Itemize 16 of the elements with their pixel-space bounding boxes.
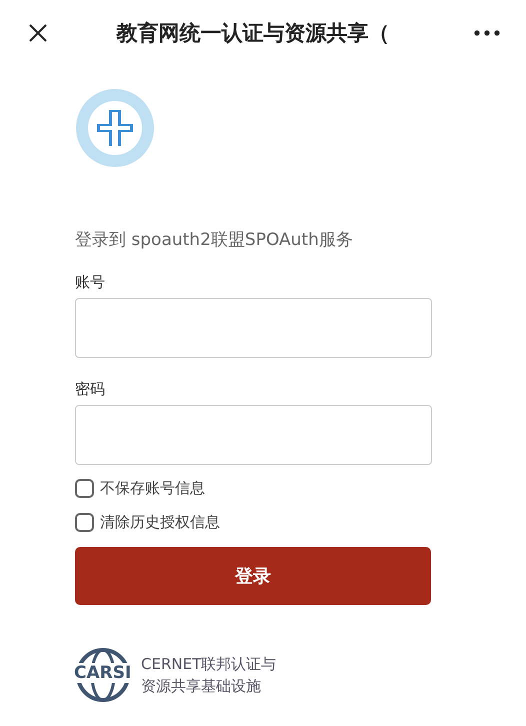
footer-text: CERNET联邦认证与 bbox=[141, 654, 276, 675]
checkbox[interactable] bbox=[75, 479, 94, 498]
more-icon[interactable] bbox=[474, 30, 500, 36]
login-button[interactable]: 登录 bbox=[75, 547, 431, 605]
field-label: 密码 bbox=[75, 380, 105, 399]
input-field[interactable] bbox=[75, 405, 432, 465]
window-title: 教育网统一认证与资源共享（ bbox=[115, 20, 390, 47]
input-field[interactable] bbox=[75, 298, 432, 358]
field-label: 账号 bbox=[75, 273, 105, 292]
close-icon[interactable] bbox=[28, 23, 48, 43]
carsi-logo: CARSI bbox=[75, 647, 131, 703]
intro-text: 登录到 spoauth2联盟SPOAuth服务 bbox=[75, 229, 354, 251]
checkbox-label: 不保存账号信息 bbox=[100, 479, 205, 498]
checkbox-label: 清除历史授权信息 bbox=[100, 513, 220, 532]
checkbox[interactable] bbox=[75, 513, 94, 532]
footer-text: 资源共享基础设施 bbox=[141, 676, 262, 697]
